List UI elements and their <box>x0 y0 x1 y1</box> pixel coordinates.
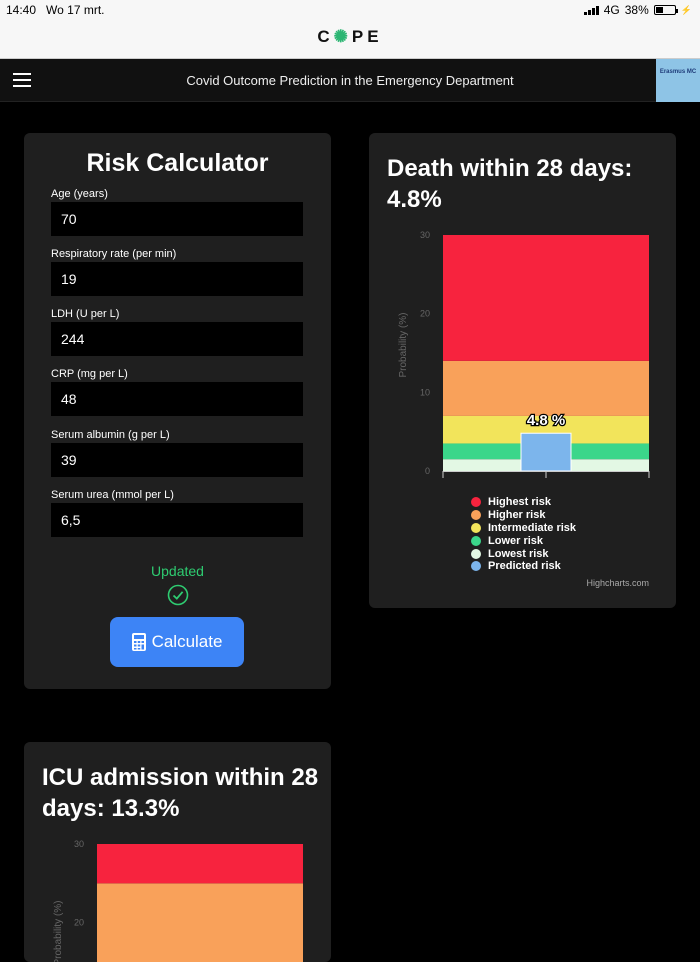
y-tick-label: 20 <box>74 918 84 928</box>
crp-input[interactable] <box>51 382 303 416</box>
network-label: 4G <box>603 3 620 17</box>
status-bar: 14:40 Wo 17 mrt. 4G 38% ⚡ <box>0 0 700 20</box>
legend-item[interactable]: Predicted risk <box>471 560 576 573</box>
legend-label: Intermediate risk <box>488 521 577 534</box>
logo-virus-icon: ✺ <box>333 27 352 46</box>
urea-label: Serum urea (mmol per L) <box>51 489 174 501</box>
risk-band <box>97 844 303 884</box>
legend-label: Higher risk <box>488 509 546 522</box>
chart-legend: Highest risk Higher risk Intermediate risk… <box>471 496 576 573</box>
legend-item[interactable]: Higher risk <box>471 509 576 522</box>
legend-marker <box>471 535 481 546</box>
erasmus-logo: Erasmus MC <box>656 59 700 102</box>
legend-label: Lower risk <box>488 534 544 547</box>
cope-logo: C✺PE <box>317 27 383 46</box>
risk-band <box>443 235 649 361</box>
highcharts-credit[interactable]: Highcharts.com <box>586 578 649 588</box>
risk-band <box>97 883 303 962</box>
ldh-label: LDH (U per L) <box>51 308 120 320</box>
albumin-label: Serum albumin (g per L) <box>51 429 170 441</box>
calculator-icon <box>131 633 146 651</box>
legend-item[interactable]: Highest risk <box>471 496 576 509</box>
risk-calculator-card: Risk Calculator Age (years) Respiratory … <box>24 133 331 689</box>
y-tick-label: 20 <box>420 309 430 319</box>
calculate-label: Calculate <box>151 632 223 651</box>
legend-marker <box>471 561 481 572</box>
legend-item[interactable]: Lower risk <box>471 534 576 547</box>
legend-label: Lowest risk <box>488 547 549 560</box>
predicted-risk-label: 4.8 % <box>527 412 565 429</box>
legend-marker <box>471 548 481 559</box>
calculate-button[interactable]: Calculate <box>110 617 244 667</box>
risk-calculator-title: Risk Calculator <box>86 149 269 177</box>
icu-card: ICU admission within 28 days: 13.3% 20 30… <box>24 742 331 962</box>
icu-chart: 20 30 Probability (%) <box>53 839 303 962</box>
ldh-input[interactable] <box>51 322 303 356</box>
status-right: 4G 38% ⚡ <box>583 3 692 17</box>
respiratory-rate-label: Respiratory rate (per min) <box>51 248 177 260</box>
y-axis-label: Probability (%) <box>398 312 409 377</box>
y-tick-label: 0 <box>425 466 430 476</box>
signal-icon <box>583 5 599 15</box>
legend-label: Highest risk <box>488 496 551 509</box>
status-time: 14:40 Wo 17 mrt. <box>6 3 105 17</box>
battery-icon <box>653 5 678 15</box>
death-chart: 0 10 20 30 Probability (%) 4.8 % <box>398 230 650 478</box>
legend-marker <box>471 497 481 508</box>
urea-input[interactable] <box>51 503 303 537</box>
navbar: Covid Outcome Prediction in the Emergenc… <box>0 59 700 102</box>
age-label: Age (years) <box>51 188 108 200</box>
check-circle-icon <box>167 584 189 606</box>
y-tick-label: 30 <box>74 839 84 849</box>
legend-marker <box>471 510 481 521</box>
age-input[interactable] <box>51 202 303 236</box>
legend-label: Predicted risk <box>488 560 561 573</box>
battery-percent: 38% <box>624 3 649 17</box>
legend-item[interactable]: Intermediate risk <box>471 522 576 535</box>
respiratory-rate-input[interactable] <box>51 262 303 296</box>
death-card: Death within 28 days: 4.8% 0 10 20 30 Probab… <box>369 133 676 608</box>
y-tick-label: 10 <box>420 387 430 397</box>
y-axis-label: Probability (%) <box>53 900 64 962</box>
legend-marker <box>471 522 481 533</box>
albumin-input[interactable] <box>51 443 303 477</box>
y-tick-label: 30 <box>420 230 430 240</box>
app-header: C✺PE <box>0 20 700 59</box>
navbar-title: Covid Outcome Prediction in the Emergenc… <box>186 73 514 88</box>
updated-status: Updated <box>151 563 204 579</box>
predicted-risk-bar <box>520 432 572 472</box>
charging-icon: ⚡ <box>680 4 692 15</box>
risk-band <box>443 360 649 416</box>
legend-item[interactable]: Lowest risk <box>471 547 576 560</box>
crp-label: CRP (mg per L) <box>51 368 128 380</box>
